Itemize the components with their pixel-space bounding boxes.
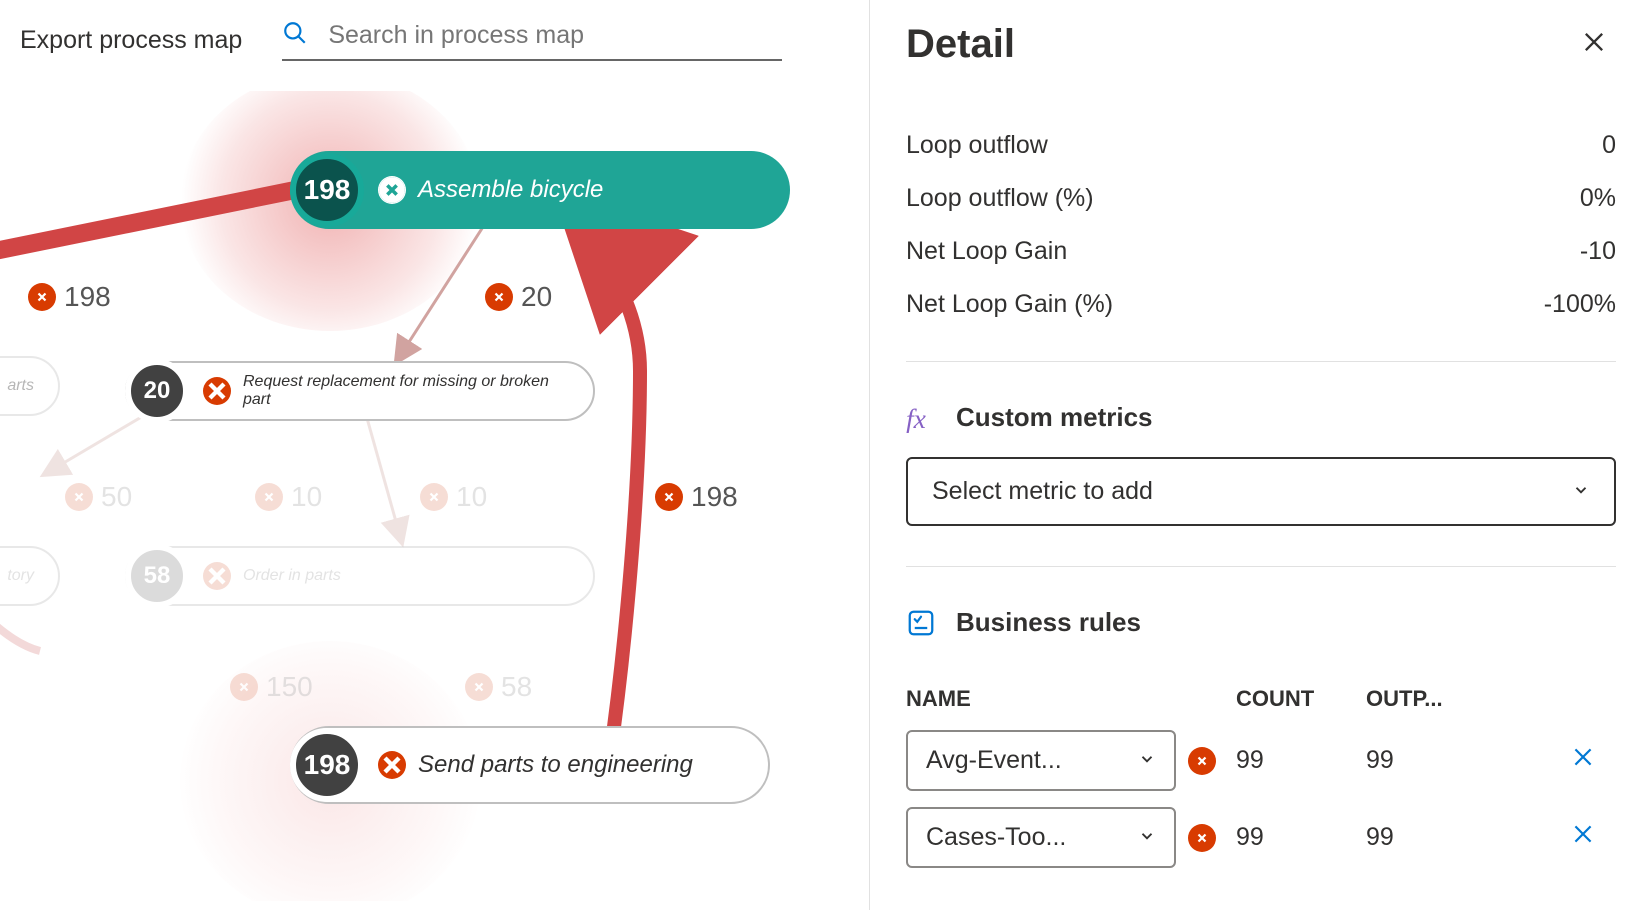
business-rules-heading: Business rules xyxy=(956,607,1141,638)
node-label: Assemble bicycle xyxy=(418,176,603,204)
rule-name-dropdown[interactable]: Cases-Too... xyxy=(906,807,1176,868)
metric-row: Net Loop Gain (%) -100% xyxy=(906,278,1616,331)
chevron-down-icon xyxy=(1572,477,1590,506)
edge-label: 150 xyxy=(230,671,313,703)
rules-icon xyxy=(906,608,936,638)
detail-panel-title: Detail xyxy=(906,22,1015,67)
metric-row: Net Loop Gain -10 xyxy=(906,225,1616,278)
edge-label: 50 xyxy=(65,481,132,513)
metric-row: Loop outflow (%) 0% xyxy=(906,172,1616,225)
close-icon xyxy=(420,483,448,511)
delete-rule-button[interactable] xyxy=(1516,744,1616,777)
chevron-down-icon xyxy=(1138,823,1156,852)
edge-label: 10 xyxy=(420,481,487,513)
close-circle-icon xyxy=(203,562,231,590)
delete-rule-button[interactable] xyxy=(1516,821,1616,854)
node-order-parts[interactable]: 58 Order in parts xyxy=(125,546,595,606)
table-header: NAME COUNT OUTP... xyxy=(906,662,1616,722)
metric-label: Loop outflow (%) xyxy=(906,184,1094,213)
node-count-badge: 20 xyxy=(125,359,189,423)
rule-count: 99 xyxy=(1236,746,1366,775)
edge-label: 58 xyxy=(465,671,532,703)
metric-value: 0 xyxy=(1602,131,1616,160)
close-circle-icon xyxy=(378,751,406,779)
rule-name: Avg-Event... xyxy=(926,746,1062,775)
metrics-list: Loop outflow 0 Loop outflow (%) 0% Net L… xyxy=(906,119,1616,362)
node-count-badge: 198 xyxy=(290,153,364,227)
column-output: OUTP... xyxy=(1366,686,1516,712)
node-label: Order in parts xyxy=(243,567,341,585)
metric-label: Net Loop Gain xyxy=(906,237,1067,266)
node-label: Send parts to engineering xyxy=(418,751,693,779)
edge-label: 10 xyxy=(255,481,322,513)
search-input[interactable] xyxy=(328,21,782,50)
rule-output: 99 xyxy=(1366,746,1516,775)
rule-output: 99 xyxy=(1366,823,1516,852)
search-wrapper xyxy=(282,20,782,61)
close-icon xyxy=(230,673,258,701)
column-count: COUNT xyxy=(1236,686,1366,712)
edge-label: 20 xyxy=(485,281,552,313)
metric-label: Loop outflow xyxy=(906,131,1048,160)
process-map-canvas[interactable]: 198 20 198 50 10 10 150 58 xyxy=(0,91,869,901)
node-label: arts xyxy=(7,377,34,395)
metric-value: -10 xyxy=(1580,237,1616,266)
search-icon xyxy=(282,20,308,51)
close-icon xyxy=(28,283,56,311)
close-icon xyxy=(255,483,283,511)
node-partial[interactable]: tory xyxy=(0,546,60,606)
dropdown-placeholder: Select metric to add xyxy=(932,477,1153,506)
node-partial[interactable]: arts xyxy=(0,356,60,416)
node-label: Request replacement for missing or broke… xyxy=(243,373,569,409)
node-count-badge: 198 xyxy=(290,728,364,802)
select-metric-dropdown[interactable]: Select metric to add xyxy=(906,457,1616,526)
close-icon xyxy=(65,483,93,511)
close-circle-icon xyxy=(203,377,231,405)
edge-label: 198 xyxy=(655,481,738,513)
custom-metrics-heading: Custom metrics xyxy=(956,402,1153,433)
table-row: Avg-Event... 99 99 xyxy=(906,722,1616,799)
node-assemble-bicycle[interactable]: 198 Assemble bicycle xyxy=(290,151,790,229)
close-icon xyxy=(485,283,513,311)
metric-value: -100% xyxy=(1544,290,1616,319)
close-icon xyxy=(465,673,493,701)
error-icon xyxy=(1188,824,1216,852)
table-row: Cases-Too... 99 99 xyxy=(906,799,1616,876)
export-process-map-button[interactable]: Export process map xyxy=(20,26,242,55)
node-request-replacement[interactable]: 20 Request replacement for missing or br… xyxy=(125,361,595,421)
node-count-badge: 58 xyxy=(125,544,189,608)
rule-count: 99 xyxy=(1236,823,1366,852)
column-name: NAME xyxy=(906,686,1236,712)
metric-value: 0% xyxy=(1580,184,1616,213)
node-send-parts[interactable]: 198 Send parts to engineering xyxy=(290,726,770,804)
node-label: tory xyxy=(7,567,34,585)
metric-label: Net Loop Gain (%) xyxy=(906,290,1113,319)
chevron-down-icon xyxy=(1138,746,1156,775)
error-icon xyxy=(1188,747,1216,775)
svg-text:fx: fx xyxy=(906,403,926,433)
close-button[interactable] xyxy=(1572,20,1616,69)
function-icon: fx xyxy=(906,403,936,433)
metric-row: Loop outflow 0 xyxy=(906,119,1616,172)
edge-label: 198 xyxy=(28,281,111,313)
rule-name: Cases-Too... xyxy=(926,823,1066,852)
rule-name-dropdown[interactable]: Avg-Event... xyxy=(906,730,1176,791)
close-icon xyxy=(655,483,683,511)
close-circle-icon xyxy=(378,176,406,204)
